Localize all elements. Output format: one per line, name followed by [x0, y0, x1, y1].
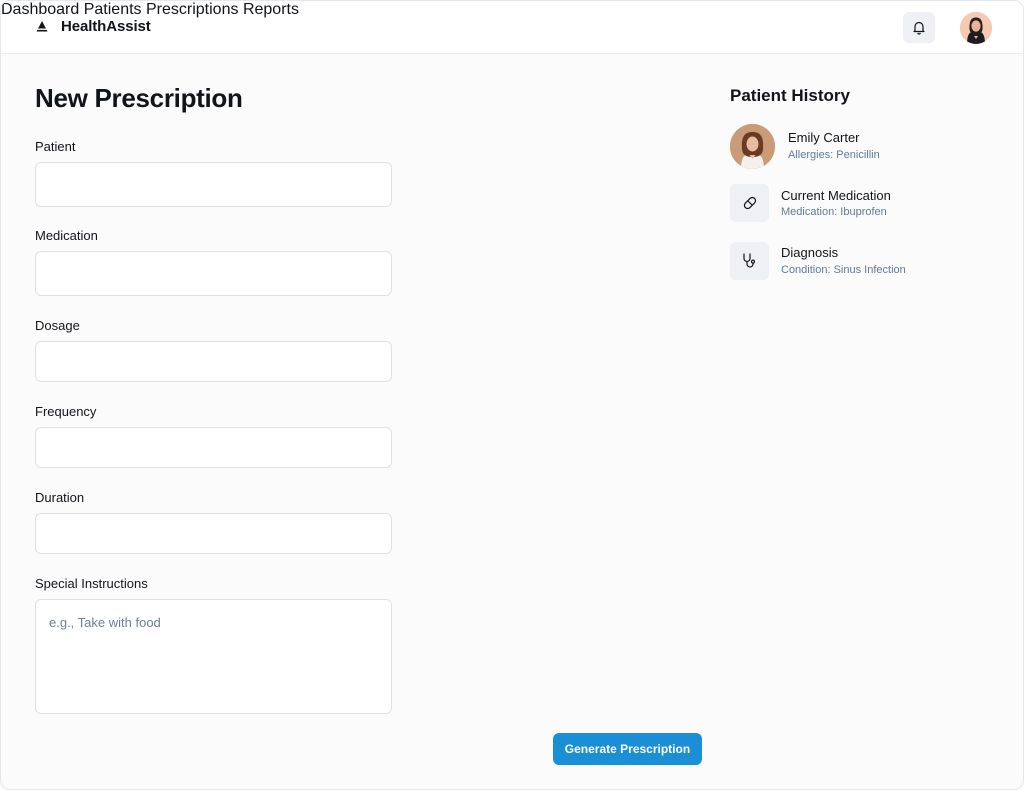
patient-label: Patient [35, 139, 76, 154]
medication-icon-box [730, 184, 769, 222]
duration-input[interactable] [35, 513, 392, 554]
bell-icon [913, 21, 925, 35]
current-medication-detail: Medication: Ibuprofen [781, 206, 887, 218]
patient-allergies: Allergies: Penicillin [788, 149, 880, 161]
duration-label: Duration [35, 490, 85, 505]
nav-patients[interactable]: Patients [84, 1, 142, 18]
special-instructions-label: Special Instructions [35, 576, 148, 591]
dosage-input[interactable] [35, 341, 392, 382]
logo-icon [36, 20, 48, 31]
medication-label: Medication [35, 228, 98, 243]
app-name: HealthAssist [61, 18, 151, 35]
patient-photo-image [730, 124, 775, 169]
patient-photo [730, 124, 775, 169]
nav-reports[interactable]: Reports [243, 1, 299, 18]
brand-logo[interactable]: HealthAssist [35, 18, 151, 35]
main-nav: Dashboard Patients Prescriptions Reports [1, 1, 1023, 19]
patient-select[interactable] [35, 162, 392, 207]
diagnosis-icon-box [730, 242, 769, 280]
patient-name: Emily Carter [788, 130, 860, 145]
dosage-label: Dosage [35, 318, 80, 333]
special-instructions-placeholder: e.g., Take with food [49, 615, 161, 630]
special-instructions-textarea[interactable]: e.g., Take with food [35, 599, 392, 714]
user-avatar[interactable] [960, 12, 992, 44]
stethoscope-icon [742, 253, 755, 268]
frequency-input[interactable] [35, 427, 392, 468]
patient-history-title: Patient History [730, 86, 850, 105]
notifications-button[interactable] [903, 12, 935, 43]
pill-icon [743, 196, 756, 210]
top-navbar: HealthAssist Dashboard Patients Prescrip… [1, 1, 1023, 54]
diagnosis-title: Diagnosis [781, 245, 839, 260]
frequency-label: Frequency [35, 404, 97, 419]
app-window: HealthAssist Dashboard Patients Prescrip… [0, 0, 1024, 790]
generate-prescription-button[interactable]: Generate Prescription [553, 733, 702, 765]
diagnosis-detail: Condition: Sinus Infection [781, 264, 906, 276]
user-avatar-image [960, 12, 992, 44]
current-medication-title: Current Medication [781, 188, 891, 203]
medication-select[interactable] [35, 251, 392, 296]
nav-prescriptions[interactable]: Prescriptions [146, 1, 238, 18]
page-title: New Prescription [35, 83, 243, 113]
nav-dashboard[interactable]: Dashboard [1, 1, 79, 18]
